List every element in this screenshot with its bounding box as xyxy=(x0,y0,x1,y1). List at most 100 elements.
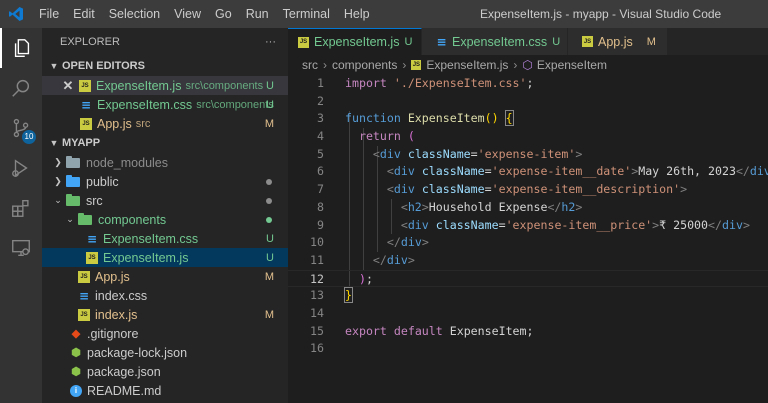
code-line-10: 10 </div> xyxy=(288,234,768,252)
git-status-badge: M xyxy=(264,308,274,321)
tree-folder-public[interactable]: ❯ public xyxy=(42,172,288,191)
menu-run[interactable]: Run xyxy=(239,0,276,28)
line-number: 10 xyxy=(310,235,324,250)
line-number: 2 xyxy=(317,93,324,108)
breadcrumb-src[interactable]: src xyxy=(302,58,318,72)
line-number: 16 xyxy=(310,341,324,356)
git-status-badge: U xyxy=(266,232,274,245)
line-number: 1 xyxy=(317,76,324,90)
tree-file-index-css[interactable]: ≡ index.css xyxy=(42,286,288,305)
menu-go[interactable]: Go xyxy=(208,0,239,28)
close-icon[interactable]: ✕ xyxy=(62,78,74,93)
tree-folder-src[interactable]: ⌄ src xyxy=(42,191,288,210)
tree-item-label: ExpenseItem.css xyxy=(103,231,199,246)
open-editor-item[interactable]: JS App.js src M xyxy=(42,114,288,133)
tree-file-expenseitem-css[interactable]: ≡ ExpenseItem.css U xyxy=(42,229,288,248)
git-status-badge: U xyxy=(552,35,561,48)
breadcrumb-symbol[interactable]: ExpenseItem xyxy=(537,58,607,72)
css-file-icon: ≡ xyxy=(80,97,92,112)
run-debug-icon[interactable] xyxy=(0,148,42,188)
chevron-right-icon: › xyxy=(513,58,518,72)
line-number: 9 xyxy=(317,217,324,232)
folder-open-icon xyxy=(66,193,80,206)
search-icon[interactable] xyxy=(0,68,42,108)
menu-terminal[interactable]: Terminal xyxy=(276,0,337,28)
git-status-badge: U xyxy=(266,79,274,92)
tree-folder-components[interactable]: ⌄ components xyxy=(42,210,288,229)
menu-edit[interactable]: Edit xyxy=(66,0,102,28)
breadcrumb: src › components › JS ExpenseItem.js › ⬡… xyxy=(288,55,768,75)
code-line-13: 13} xyxy=(288,287,768,305)
more-actions-icon[interactable]: ··· xyxy=(265,36,276,48)
tree-item-label: ExpenseItem.js xyxy=(103,250,189,265)
tree-item-label: node_modules xyxy=(86,155,169,170)
js-file-icon: JS xyxy=(79,79,91,92)
open-editor-name: ExpenseItem.css xyxy=(97,97,193,112)
activity-bar: 10 xyxy=(0,28,42,403)
tree-file-index-js[interactable]: JS index.js M xyxy=(42,305,288,324)
tree-file-readme[interactable]: i README.md xyxy=(42,381,288,400)
explorer-icon[interactable] xyxy=(0,28,42,68)
tab-expenseitem-js[interactable]: JS ExpenseItem.js U ✕ xyxy=(288,28,431,55)
line-code: </div> xyxy=(386,235,429,250)
tree-folder-node-modules[interactable]: ❯ node_modules xyxy=(42,153,288,172)
breadcrumb-components[interactable]: components xyxy=(332,58,397,72)
tree-file-app-js[interactable]: JS App.js M xyxy=(42,267,288,286)
breadcrumb-file[interactable]: ExpenseItem.js xyxy=(426,58,508,72)
explorer-sidebar: EXPLORER ··· ▼ OPEN EDITORS ✕ JS Expense… xyxy=(42,28,288,403)
tab-label: App.js xyxy=(598,34,633,49)
extensions-icon[interactable] xyxy=(0,188,42,228)
line-number: 15 xyxy=(310,323,324,338)
tree-file-gitignore[interactable]: ◆ .gitignore xyxy=(42,324,288,343)
untracked-dot-icon xyxy=(266,216,272,223)
line-code: <div className='expense-item__descriptio… xyxy=(386,182,688,197)
js-file-icon: JS xyxy=(298,36,309,48)
line-code: </div> xyxy=(372,252,415,267)
explorer-title: EXPLORER xyxy=(60,36,120,48)
tree-item-label: components xyxy=(98,212,167,227)
tree-item-label: App.js xyxy=(95,269,130,284)
menu-file[interactable]: File xyxy=(32,0,66,28)
folder-open-icon xyxy=(78,212,92,225)
line-code: return ( xyxy=(358,129,415,144)
nodejs-file-icon: ⬢ xyxy=(71,366,81,378)
line-number: 6 xyxy=(317,164,324,179)
tree-item-label: public xyxy=(86,174,119,189)
line-code: function ExpenseItem() { xyxy=(345,110,514,127)
tree-file-package-lock[interactable]: ⬢ package-lock.json xyxy=(42,343,288,362)
code-line-14: 14 xyxy=(288,305,768,323)
project-section[interactable]: ▼ MYAPP xyxy=(42,133,288,153)
js-file-icon: JS xyxy=(78,270,90,283)
line-code: import './ExpenseItem.css'; xyxy=(345,76,534,90)
tree-file-package-json[interactable]: ⬢ package.json xyxy=(42,362,288,381)
source-control-badge: 10 xyxy=(22,130,36,144)
open-editor-item[interactable]: ✕ JS ExpenseItem.js src\components U xyxy=(42,76,288,95)
tree-file-expenseitem-js[interactable]: JS ExpenseItem.js U xyxy=(42,248,288,267)
menu-selection[interactable]: Selection xyxy=(102,0,167,28)
line-number: 7 xyxy=(317,182,324,197)
css-file-icon: ≡ xyxy=(436,34,447,49)
line-code: <h2>Household Expense</h2> xyxy=(400,199,583,214)
modified-dot-icon xyxy=(266,178,272,185)
line-number: 8 xyxy=(317,199,324,214)
tab-label: ExpenseItem.css xyxy=(452,34,548,49)
tab-app-js[interactable]: JS App.js M xyxy=(568,28,668,55)
open-editor-item[interactable]: ≡ ExpenseItem.css src\components U xyxy=(42,95,288,114)
nodejs-file-icon: ⬢ xyxy=(71,347,81,359)
code-line-5: 5 <div className='expense-item'> xyxy=(288,146,768,164)
folder-icon xyxy=(66,155,80,168)
code-editor[interactable]: 1 import './ExpenseItem.css'; 2 3 function… xyxy=(288,75,768,403)
remote-explorer-icon[interactable] xyxy=(0,228,42,268)
chevron-right-icon: › xyxy=(323,58,327,72)
menu-help[interactable]: Help xyxy=(337,0,377,28)
js-file-icon: JS xyxy=(80,117,92,130)
tab-expenseitem-css[interactable]: ≡ ExpenseItem.css U xyxy=(422,28,568,55)
source-control-icon[interactable]: 10 xyxy=(0,108,42,148)
code-line-11: 11 </div> xyxy=(288,252,768,270)
line-code: } xyxy=(344,287,353,304)
menu-view[interactable]: View xyxy=(167,0,208,28)
chevron-right-icon: ❯ xyxy=(54,157,62,167)
open-editors-section[interactable]: ▼ OPEN EDITORS xyxy=(42,56,288,76)
js-file-icon: JS xyxy=(78,308,90,321)
git-status-badge: U xyxy=(404,36,413,48)
